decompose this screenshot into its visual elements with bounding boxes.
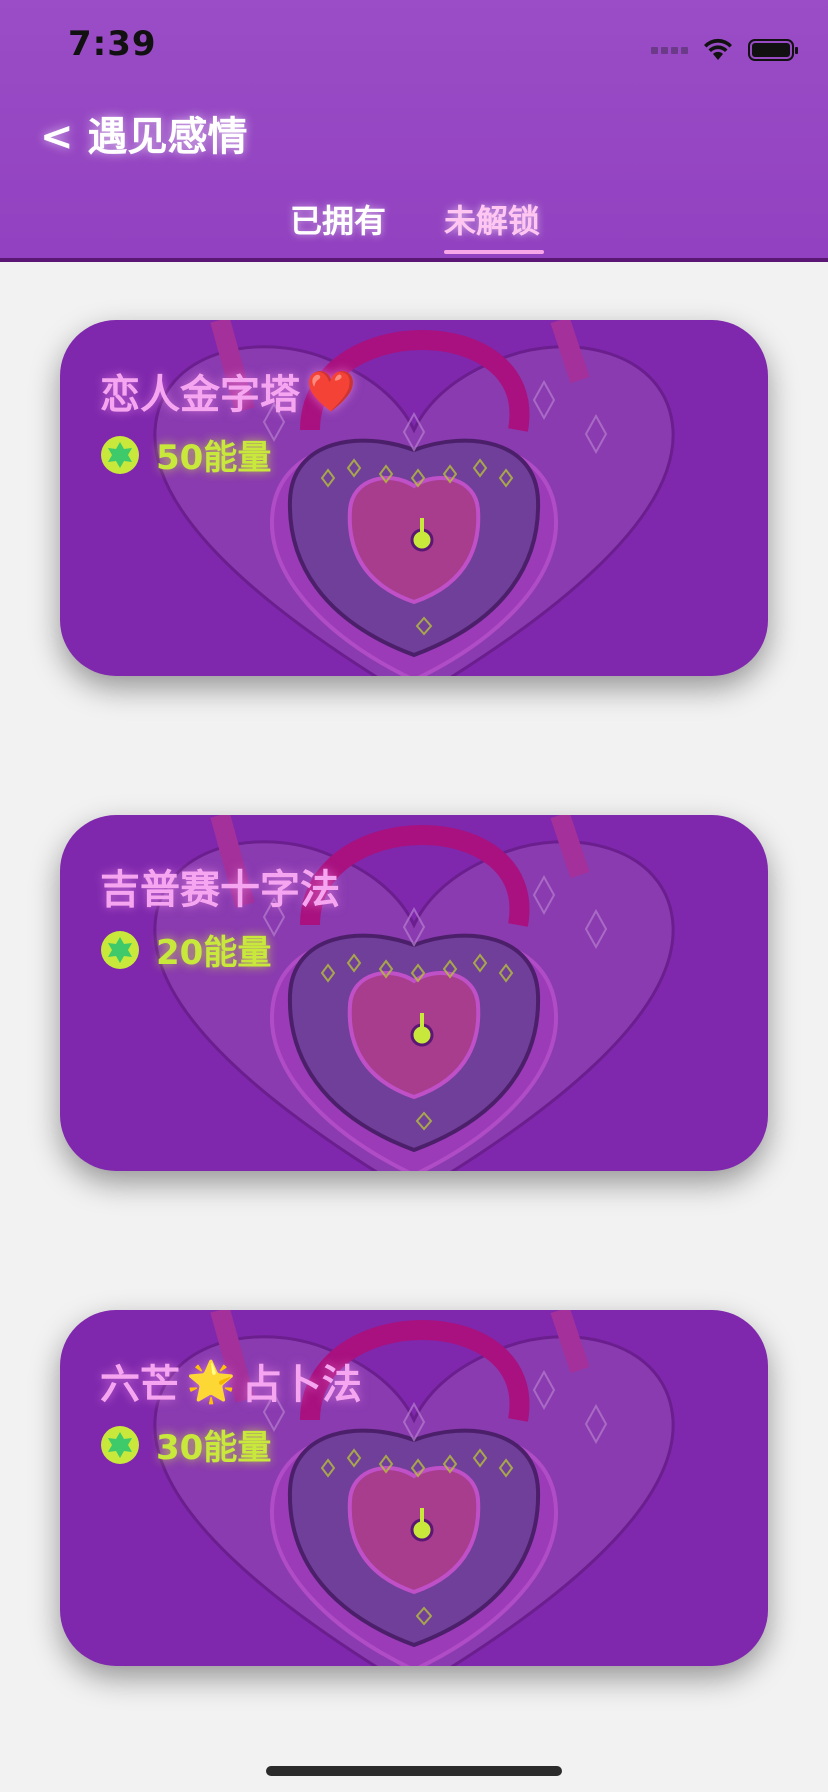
- card-title-suffix: 占卜法: [241, 1362, 362, 1408]
- active-tab-indicator: [444, 250, 544, 254]
- wifi-icon: [704, 38, 732, 60]
- energy-label: 20能量: [156, 933, 272, 973]
- tab-owned[interactable]: 已拥有: [290, 196, 386, 242]
- header: 7:39 < 遇见感情 已拥有 未解锁: [0, 0, 828, 262]
- spread-card-lovers-pyramid[interactable]: 恋人金字塔 ❤️ 50能量: [60, 320, 768, 676]
- spread-card-hexagram[interactable]: 六芒 🌟 占卜法 30能量: [60, 1310, 768, 1666]
- energy-coin-icon: [101, 930, 139, 969]
- tab-locked[interactable]: 未解锁: [444, 196, 540, 242]
- heart-emoji-icon: ❤️: [306, 368, 356, 415]
- card-title: 吉普赛十字法: [100, 857, 340, 915]
- home-indicator[interactable]: [266, 1766, 562, 1776]
- status-icons: [651, 36, 798, 64]
- cellular-signal-icon: [651, 46, 688, 54]
- energy-cost: 20能量: [100, 925, 271, 974]
- card-title: 恋人金字塔 ❤️: [100, 362, 356, 420]
- star-emoji-icon: 🌟: [186, 1358, 236, 1405]
- card-title-text: 恋人金字塔: [100, 372, 300, 418]
- energy-coin-icon: [101, 435, 139, 474]
- energy-label: 50能量: [156, 438, 272, 478]
- energy-cost: 50能量: [100, 430, 271, 479]
- card-title-text: 吉普赛十字法: [100, 867, 340, 913]
- energy-label: 30能量: [156, 1428, 272, 1468]
- card-title: 六芒 🌟 占卜法: [100, 1352, 362, 1410]
- battery-icon: [748, 39, 798, 61]
- energy-cost: 30能量: [100, 1420, 271, 1469]
- tab-bar: 已拥有 未解锁: [0, 196, 828, 256]
- card-title-text: 六芒: [100, 1362, 180, 1408]
- nav-title: < 遇见感情: [40, 114, 248, 160]
- spread-card-gypsy-cross[interactable]: 吉普赛十字法 20能量: [60, 815, 768, 1171]
- energy-coin-icon: [101, 1425, 139, 1464]
- back-button[interactable]: < 遇见感情: [40, 104, 247, 162]
- status-time: 7:39: [68, 24, 157, 64]
